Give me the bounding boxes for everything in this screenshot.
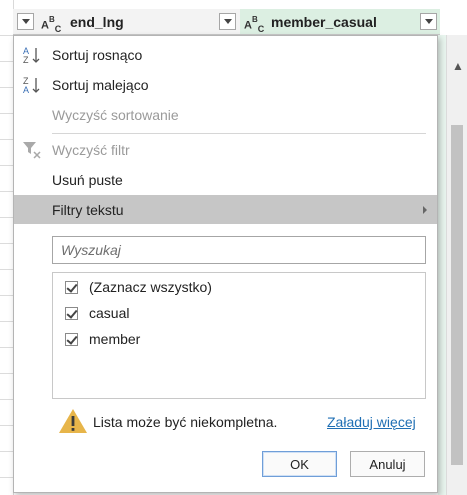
menu-item-sort-descending[interactable]: Z A Sortuj malejąco <box>14 70 437 99</box>
ok-button[interactable]: OK <box>262 451 337 477</box>
menu-item-label: Filtry tekstu <box>52 201 124 218</box>
column-header-member-casual[interactable]: ABC member_casual <box>240 9 440 35</box>
value-item-label: member <box>89 331 141 347</box>
column-header-end-lng[interactable]: ABC end_lng <box>13 9 240 35</box>
menu-item-label: Sortuj rosnąco <box>52 46 143 63</box>
svg-text:A: A <box>23 85 29 95</box>
menu-item-clear-sort[interactable]: Wyczyść sortowanie <box>14 100 437 129</box>
menu-item-sort-ascending[interactable]: A Z Sortuj rosnąco <box>14 40 437 69</box>
column-filter-button[interactable] <box>219 13 236 30</box>
vertical-scrollbar[interactable]: ▲ <box>446 35 467 495</box>
menu-item-label: Usuń puste <box>52 171 123 188</box>
scroll-thumb[interactable] <box>451 125 463 465</box>
values-list: (Zaznacz wszystko) casual member <box>52 272 426 399</box>
value-item-label: casual <box>89 305 130 321</box>
checkbox-checked-icon[interactable] <box>65 332 78 346</box>
checkbox-checked-icon[interactable] <box>65 280 78 294</box>
menu-item-clear-filter[interactable]: Wyczyść filtr <box>14 135 437 164</box>
grid-left-column <box>0 0 14 495</box>
submenu-arrow-icon <box>423 205 427 214</box>
menu-item-label: Wyczyść filtr <box>52 141 130 158</box>
menu-item-remove-empty[interactable]: Usuń puste <box>14 165 437 194</box>
column-name: end_lng <box>70 14 124 30</box>
dropdown-arrow-icon[interactable] <box>17 13 34 30</box>
value-item-member[interactable]: member <box>65 329 140 349</box>
cancel-button[interactable]: Anuluj <box>350 451 425 477</box>
load-more-link[interactable]: Załaduj więcej <box>327 414 416 430</box>
menu-item-text-filters[interactable]: Filtry tekstu <box>14 195 437 224</box>
value-item-select-all[interactable]: (Zaznacz wszystko) <box>65 277 212 297</box>
incomplete-list-warning: Lista może być niekompletna. <box>93 414 278 430</box>
warning-icon <box>59 409 87 433</box>
column-filter-button[interactable] <box>420 13 437 30</box>
search-input[interactable] <box>52 236 426 264</box>
value-item-casual[interactable]: casual <box>65 303 129 323</box>
checkbox-checked-icon[interactable] <box>65 306 78 320</box>
menu-item-label: Wyczyść sortowanie <box>52 106 179 123</box>
menu-item-label: Sortuj malejąco <box>52 76 149 93</box>
scroll-up-arrow-icon[interactable]: ▲ <box>452 59 464 73</box>
filter-dropdown-panel: A Z Sortuj rosnąco Z A Sortuj malejąco W… <box>13 35 438 493</box>
value-item-label: (Zaznacz wszystko) <box>89 279 212 295</box>
clear-filter-icon <box>23 141 41 159</box>
sort-descending-icon: Z A <box>23 76 40 95</box>
column-name: member_casual <box>271 14 377 30</box>
menu-separator <box>52 133 426 134</box>
sort-ascending-icon: A Z <box>23 46 40 65</box>
svg-text:Z: Z <box>23 55 29 65</box>
